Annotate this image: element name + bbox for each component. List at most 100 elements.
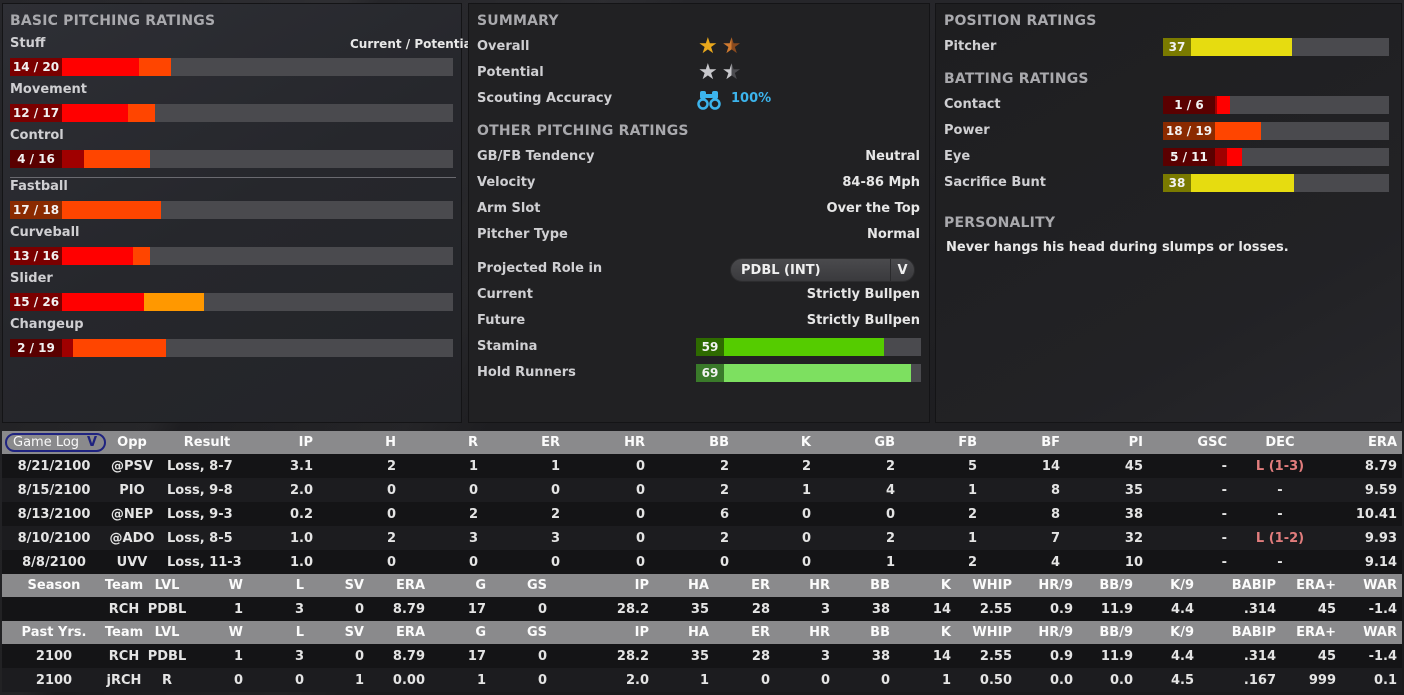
rating-bar-movement: 12 / 17 — [10, 104, 453, 122]
rating-value: 59 — [696, 338, 724, 356]
other-rating-label: Pitcher Type — [477, 227, 568, 242]
rating-label: Stuff — [10, 36, 46, 51]
sacrifice-bunt-bar: 38 — [1163, 174, 1389, 192]
cell-era: 10.41 — [1355, 506, 1397, 522]
current-fill — [1215, 148, 1228, 166]
scouting-accuracy-value: 100% — [731, 91, 772, 106]
column-header-war[interactable]: WAR — [1317, 574, 1397, 597]
rating-fill — [724, 364, 911, 382]
star-full-icon: ★ — [698, 34, 718, 59]
rating-value: 37 — [1163, 38, 1191, 56]
potential-fill — [62, 339, 166, 357]
current-fill — [1215, 96, 1218, 114]
projected-role-value: PDBL (INT) — [741, 262, 821, 278]
rating-fill — [724, 338, 884, 356]
chevron-down-icon[interactable]: V — [890, 259, 914, 281]
potential-fill — [1215, 122, 1262, 140]
cell-era: 8.79 — [1364, 458, 1397, 474]
cell-gs: 0 — [537, 672, 547, 688]
batting-bar-contact: 1 / 6 — [1163, 96, 1389, 114]
projected-role-select[interactable]: PDBL (INT) V — [730, 258, 915, 282]
rating-value: 17 / 18 — [10, 201, 62, 219]
cell-gsc: - — [1221, 458, 1227, 474]
hold-runners-bar: 69 — [696, 364, 921, 382]
column-header-war[interactable]: WAR — [1317, 621, 1397, 644]
column-header-gsc[interactable]: GSC — [1127, 431, 1227, 454]
personality-title: PERSONALITY — [944, 215, 1056, 231]
table-row[interactable]: 8/15/2100 PIO Loss, 9-8 2.0 0 0 0 0 2 1 4 1 8 35- -9.5… — [2, 478, 1402, 502]
current-fill — [62, 58, 139, 76]
rating-bar-curveball: 13 / 16 — [10, 247, 453, 265]
batting-label: Power — [944, 123, 990, 138]
current-fill — [62, 150, 84, 168]
rating-label: Control — [10, 128, 64, 143]
pitcher-label: Pitcher — [944, 39, 997, 54]
star-half-icon: ★ — [721, 60, 742, 85]
binoculars-icon — [697, 91, 721, 110]
rating-value: 18 / 19 — [1163, 122, 1215, 140]
stamina-bar: 59 — [696, 338, 921, 356]
batting-bar-eye: 5 / 11 — [1163, 148, 1389, 166]
rating-value: 69 — [696, 364, 724, 382]
table-row[interactable]: 8/10/2100 @ADO Loss, 8-5 1.0 2 3 3 0 2 0 2 1 7 32- L (… — [2, 526, 1402, 550]
cell-war: 0.1 — [1373, 672, 1397, 688]
rating-bar-fastball: 17 / 18 — [10, 201, 453, 219]
rating-value: 12 / 17 — [10, 104, 62, 122]
batting-label: Eye — [944, 149, 971, 164]
overall-label: Overall — [477, 39, 530, 54]
batting-bar-power: 18 / 19 — [1163, 122, 1389, 140]
pitcher-rating-bar: 37 — [1163, 38, 1389, 56]
rating-bar-stuff: 14 / 20 — [10, 58, 453, 76]
past-stats-header: Past Yrs. Team LVL W L SV ERA G GS IP HA ER HR BB K WHI… — [2, 621, 1402, 644]
cell-era: 9.14 — [1364, 554, 1397, 570]
table-row[interactable]: 8/8/2100 UVV Loss, 11-3 1.0 0 0 0 0 0 0 1 2 4 10- -9.1… — [2, 550, 1402, 574]
cell-k9: 4.4 — [1170, 648, 1194, 664]
rating-value: 15 / 26 — [10, 293, 62, 311]
potential-label: Potential — [477, 65, 544, 80]
other-rating-label: Arm Slot — [477, 201, 541, 216]
current-role-value: Strictly Bullpen — [806, 287, 920, 302]
scouting-accuracy-label: Scouting Accuracy — [477, 91, 613, 106]
column-header-gs[interactable]: GS — [467, 574, 547, 597]
cell-war: -1.4 — [1368, 601, 1397, 617]
rating-value: 14 / 20 — [10, 58, 62, 76]
star-full-icon: ★ — [698, 60, 718, 85]
divider — [10, 177, 456, 178]
season-stats-header: Season Team LVL W L SV ERA G GS IP HA ER HR BB K WHIP HR… — [2, 574, 1402, 597]
column-header-k9[interactable]: K/9 — [1114, 574, 1194, 597]
overall-stars: ★ ★ — [698, 34, 741, 59]
rating-value: 38 — [1163, 174, 1191, 192]
batting-ratings-title: BATTING RATINGS — [944, 71, 1089, 87]
rating-value: 2 / 19 — [10, 339, 62, 357]
rating-bar-changeup: 2 / 19 — [10, 339, 453, 357]
position-ratings-title: POSITION RATINGS — [944, 13, 1097, 29]
future-role-label: Future — [477, 313, 526, 328]
cell-gsc: - — [1221, 482, 1227, 498]
table-row[interactable]: 8/21/2100 @PSV Loss, 8-7 3.1 2 1 1 0 2 2 2 5 14 45- L … — [2, 454, 1402, 478]
rating-value: 5 / 11 — [1163, 148, 1215, 166]
cell-gsc: - — [1221, 554, 1227, 570]
rating-fill — [1191, 174, 1295, 192]
cell-era: 9.93 — [1364, 530, 1397, 546]
other-pitching-title: OTHER PITCHING RATINGS — [477, 123, 689, 139]
game-log-header: Game Log V Opp Result IP H R ER HR BB K GB FB BF PI GSC… — [2, 431, 1402, 454]
basic-pitching-title: BASIC PITCHING RATINGS — [10, 13, 216, 29]
position-batting-panel — [935, 3, 1402, 423]
other-rating-value: 84-86 Mph — [842, 175, 920, 190]
other-rating-value: Over the Top — [826, 201, 920, 216]
cell-k9: 4.4 — [1170, 601, 1194, 617]
sacrifice-bunt-label: Sacrifice Bunt — [944, 175, 1047, 190]
cell-gsc: - — [1221, 506, 1227, 522]
column-header-gs[interactable]: GS — [467, 621, 547, 644]
rating-value: 4 / 16 — [10, 150, 62, 168]
table-row[interactable]: 8/13/2100 @NEP Loss, 9-3 0.2 0 2 2 0 6 0 0 2 8 38- -10… — [2, 502, 1402, 526]
current-potential-hint: Current / Potential — [350, 37, 476, 51]
future-role-value: Strictly Bullpen — [806, 313, 920, 328]
column-header-k9[interactable]: K/9 — [1114, 621, 1194, 644]
summary-title: SUMMARY — [477, 13, 559, 29]
current-role-label: Current — [477, 287, 533, 302]
current-fill — [62, 247, 134, 265]
rating-label: Curveball — [10, 225, 80, 240]
column-header-era[interactable]: ERA — [1297, 431, 1397, 454]
other-rating-value: Neutral — [865, 149, 920, 164]
